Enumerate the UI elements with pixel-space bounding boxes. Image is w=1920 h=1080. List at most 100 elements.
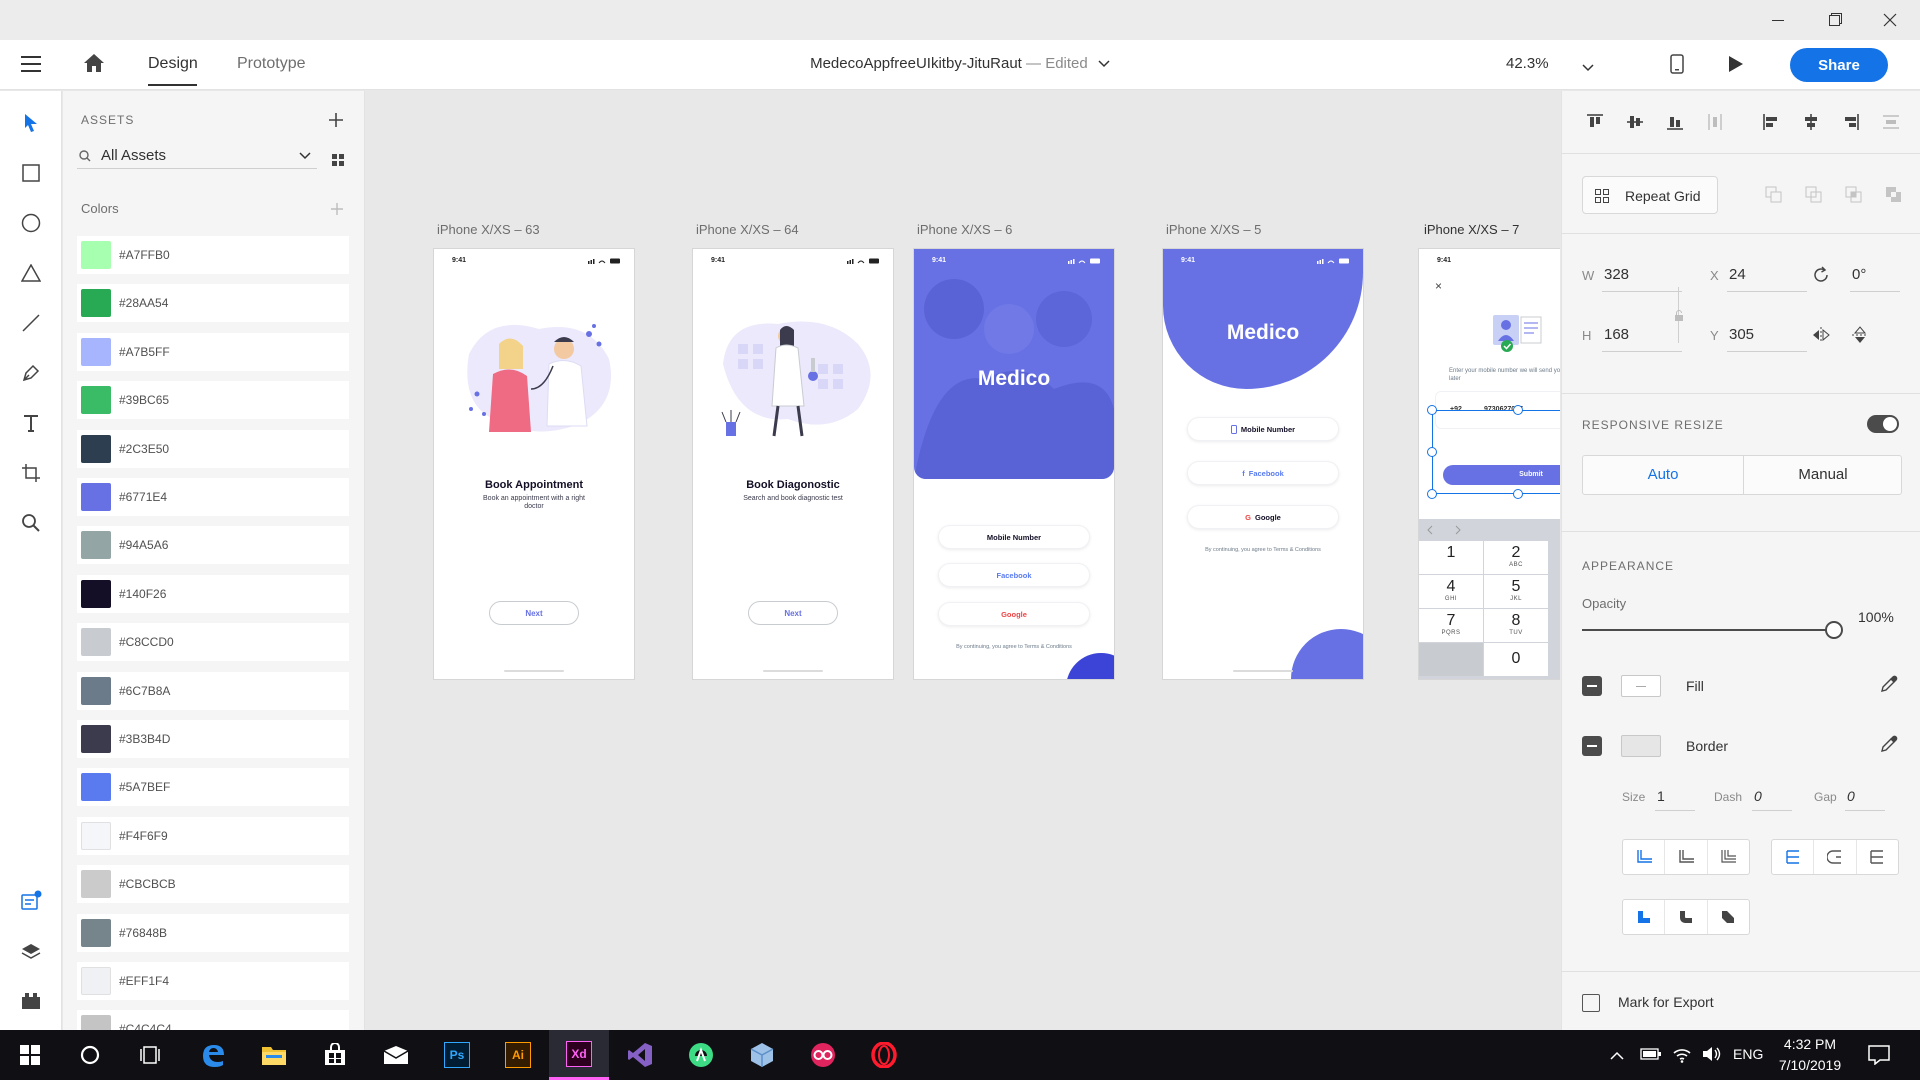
color-swatch[interactable]: #140F26 xyxy=(77,574,349,613)
color-swatch[interactable]: #76848B xyxy=(77,913,349,952)
google-button[interactable]: G Google xyxy=(1187,505,1339,529)
key-8[interactable]: 8 TUV xyxy=(1484,609,1548,642)
color-swatch[interactable]: #28AA54 xyxy=(77,284,349,323)
resize-auto-option[interactable]: Auto xyxy=(1583,456,1743,494)
color-swatch[interactable]: #5A7BEF xyxy=(77,768,349,807)
color-swatch[interactable]: #A7FFB0 xyxy=(77,236,349,274)
close-window-button[interactable] xyxy=(1862,0,1918,40)
artboard-label[interactable]: iPhone X/XS – 63 xyxy=(437,222,540,237)
artboard-book-appointment[interactable]: 9:41 Book Appointment Book an appointmen… xyxy=(434,249,634,679)
mail-icon[interactable] xyxy=(366,1030,426,1080)
add-asset-plus-icon[interactable] xyxy=(329,113,343,132)
photoshop-icon[interactable]: Ps xyxy=(427,1030,487,1080)
color-swatch[interactable]: #39BC65 xyxy=(77,381,349,420)
text-tool[interactable] xyxy=(14,406,48,440)
edge-icon[interactable] xyxy=(183,1030,243,1080)
border-color-swatch[interactable] xyxy=(1621,735,1661,757)
battery-icon[interactable] xyxy=(1640,1047,1662,1066)
store-icon[interactable] xyxy=(305,1030,365,1080)
grid-view-icon[interactable] xyxy=(332,153,344,171)
select-tool[interactable] xyxy=(14,106,48,140)
facebook-button[interactable]: f Facebook xyxy=(1187,461,1339,485)
zoom-level[interactable]: 42.3% xyxy=(1506,55,1549,72)
chevron-down-icon[interactable] xyxy=(1098,60,1110,68)
boolean-intersect-icon[interactable] xyxy=(1837,178,1871,212)
mark-for-export-checkbox[interactable] xyxy=(1582,994,1600,1012)
pen-tool[interactable] xyxy=(14,356,48,390)
color-swatch[interactable]: #EFF1F4 xyxy=(77,962,349,1000)
assets-panel-toggle[interactable] xyxy=(14,884,48,918)
zoom-tool[interactable] xyxy=(14,506,48,540)
width-value[interactable]: 328 xyxy=(1604,266,1629,283)
mobile-number-button[interactable]: Mobile Number xyxy=(938,525,1090,549)
distribute-vertical-icon[interactable] xyxy=(1698,105,1732,139)
close-icon[interactable]: × xyxy=(1435,279,1442,293)
stroke-center-icon[interactable] xyxy=(1813,840,1855,874)
opacity-value[interactable]: 100% xyxy=(1858,609,1894,625)
key-2[interactable]: 2 ABC xyxy=(1484,541,1548,574)
notifications-icon[interactable] xyxy=(1868,1045,1890,1070)
join-bevel-icon[interactable] xyxy=(1706,900,1749,934)
color-swatch[interactable]: #C8CCD0 xyxy=(77,623,349,662)
android-studio-icon[interactable] xyxy=(671,1030,731,1080)
clock-date[interactable]: 7/10/2019 xyxy=(1765,1057,1855,1073)
clock-time[interactable]: 4:32 PM xyxy=(1765,1036,1855,1052)
color-swatch[interactable]: #94A5A6 xyxy=(77,526,349,565)
cortana-icon[interactable] xyxy=(60,1030,120,1080)
opera-icon[interactable] xyxy=(854,1030,914,1080)
resize-manual-option[interactable]: Manual xyxy=(1744,456,1902,494)
input-language[interactable]: ENG xyxy=(1733,1046,1763,1062)
minimize-window-button[interactable] xyxy=(1750,0,1806,40)
facebook-button[interactable]: Facebook xyxy=(938,563,1090,587)
resize-handle[interactable] xyxy=(1427,405,1437,415)
boolean-exclude-icon[interactable] xyxy=(1877,178,1911,212)
opacity-slider-track[interactable] xyxy=(1582,629,1836,631)
wifi-icon[interactable] xyxy=(1672,1045,1692,1068)
key-1[interactable]: 1 xyxy=(1419,541,1483,574)
opacity-slider-thumb[interactable] xyxy=(1825,621,1843,639)
align-center-icon[interactable] xyxy=(1794,105,1828,139)
artboard-tool[interactable] xyxy=(14,456,48,490)
assets-filter-dropdown[interactable]: All Assets xyxy=(77,143,317,169)
repeat-grid-button[interactable]: Repeat Grid xyxy=(1582,176,1718,214)
windows-start-icon[interactable] xyxy=(0,1030,60,1080)
polygon-tool[interactable] xyxy=(14,256,48,290)
color-swatch[interactable]: #6C7B8A xyxy=(77,671,349,710)
align-middle-icon[interactable] xyxy=(1618,105,1652,139)
zoom-dropdown-chevron-icon[interactable] xyxy=(1582,59,1594,77)
resize-handle[interactable] xyxy=(1427,489,1437,499)
x-value[interactable]: 24 xyxy=(1729,266,1746,283)
flip-horizontal-icon[interactable] xyxy=(1812,327,1830,348)
boolean-subtract-icon[interactable] xyxy=(1797,178,1831,212)
artboard-login-photo[interactable]: 9:41 Medico Mobile Number Facebook Googl… xyxy=(914,249,1114,679)
cap-butt-icon[interactable] xyxy=(1623,840,1664,874)
google-button[interactable]: Google xyxy=(938,602,1090,626)
add-color-plus-icon[interactable] xyxy=(331,202,343,220)
illustrator-icon[interactable]: Ai xyxy=(488,1030,548,1080)
artboard-label[interactable]: iPhone X/XS – 6 xyxy=(917,222,1012,237)
fill-checkbox[interactable] xyxy=(1582,676,1602,696)
selection-bounding-box[interactable] xyxy=(1427,405,1560,499)
flip-vertical-icon[interactable] xyxy=(1852,326,1868,349)
eyedropper-icon[interactable] xyxy=(1880,735,1898,758)
play-preview-icon[interactable] xyxy=(1728,55,1744,78)
resize-handle[interactable] xyxy=(1427,447,1437,457)
layers-panel-toggle[interactable] xyxy=(14,934,48,968)
artboard-label[interactable]: iPhone X/XS – 64 xyxy=(696,222,799,237)
border-checkbox[interactable] xyxy=(1582,736,1602,756)
design-canvas[interactable]: iPhone X/XS – 63 9:41 Book Appointment B… xyxy=(366,91,1560,1030)
tab-prototype[interactable]: Prototype xyxy=(237,55,305,73)
color-swatch[interactable]: #2C3E50 xyxy=(77,429,349,468)
artboard-login-plain[interactable]: 9:41 Medico Mobile Number f Facebook G G… xyxy=(1163,249,1363,679)
volume-icon[interactable] xyxy=(1702,1045,1722,1068)
next-button[interactable]: Next xyxy=(489,601,579,625)
flickr-icon[interactable] xyxy=(793,1030,853,1080)
restore-window-button[interactable] xyxy=(1806,0,1862,40)
lock-aspect-icon[interactable] xyxy=(1674,309,1684,327)
xd-icon[interactable]: Xd xyxy=(549,1030,609,1080)
distribute-horizontal-icon[interactable] xyxy=(1874,105,1908,139)
hamburger-menu-icon[interactable] xyxy=(20,55,42,78)
home-icon[interactable] xyxy=(83,53,105,78)
align-bottom-icon[interactable] xyxy=(1658,105,1692,139)
color-swatch[interactable]: #6771E4 xyxy=(77,478,349,516)
